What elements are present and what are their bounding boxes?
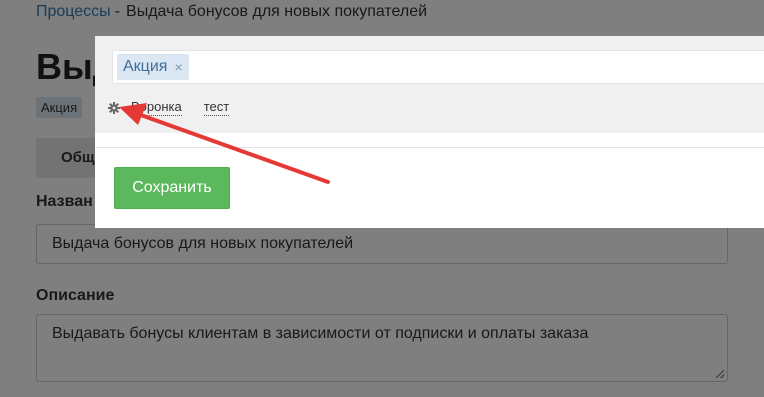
annotation-arrow-icon — [119, 103, 330, 184]
